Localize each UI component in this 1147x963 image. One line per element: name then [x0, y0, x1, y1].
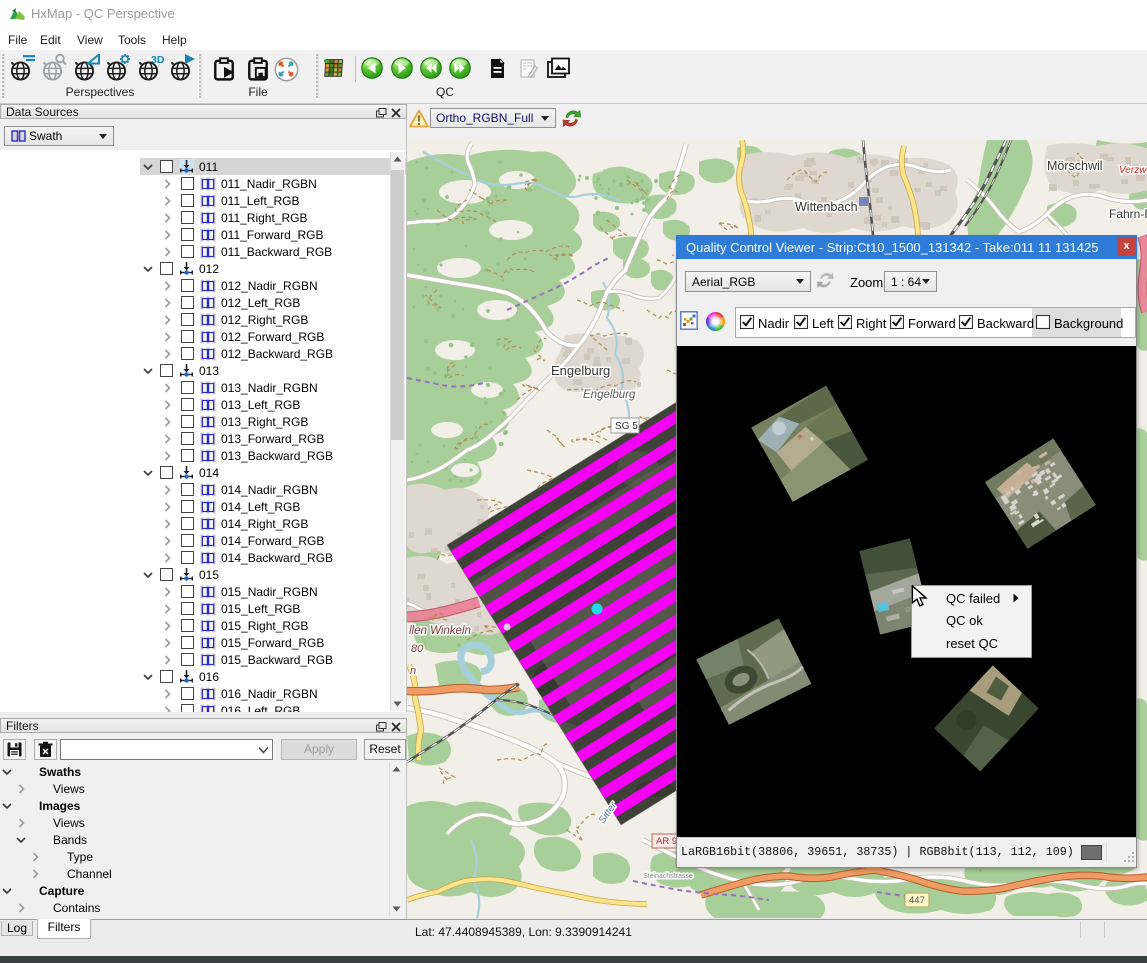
svg-text:Steinachstrasse: Steinachstrasse	[643, 873, 693, 880]
svg-text:447: 447	[909, 895, 925, 906]
svg-text:3D: 3D	[151, 54, 164, 66]
svg-text:Engelburg: Engelburg	[583, 389, 636, 401]
svg-text:n: n	[410, 665, 416, 677]
svg-text:Mörschwil: Mörschwil	[1047, 159, 1103, 173]
svg-text:Verzwe: Verzwe	[1119, 165, 1147, 176]
svg-text:Engelburg: Engelburg	[551, 363, 610, 378]
svg-text:AR 9: AR 9	[656, 836, 677, 847]
svg-text:Wittenbach: Wittenbach	[795, 200, 858, 214]
svg-text:SG 5: SG 5	[615, 421, 638, 432]
svg-text:80: 80	[411, 643, 424, 655]
svg-text:llen Winkeln: llen Winkeln	[409, 625, 471, 637]
svg-text:Fahrn-Rie: Fahrn-Rie	[1109, 207, 1147, 221]
